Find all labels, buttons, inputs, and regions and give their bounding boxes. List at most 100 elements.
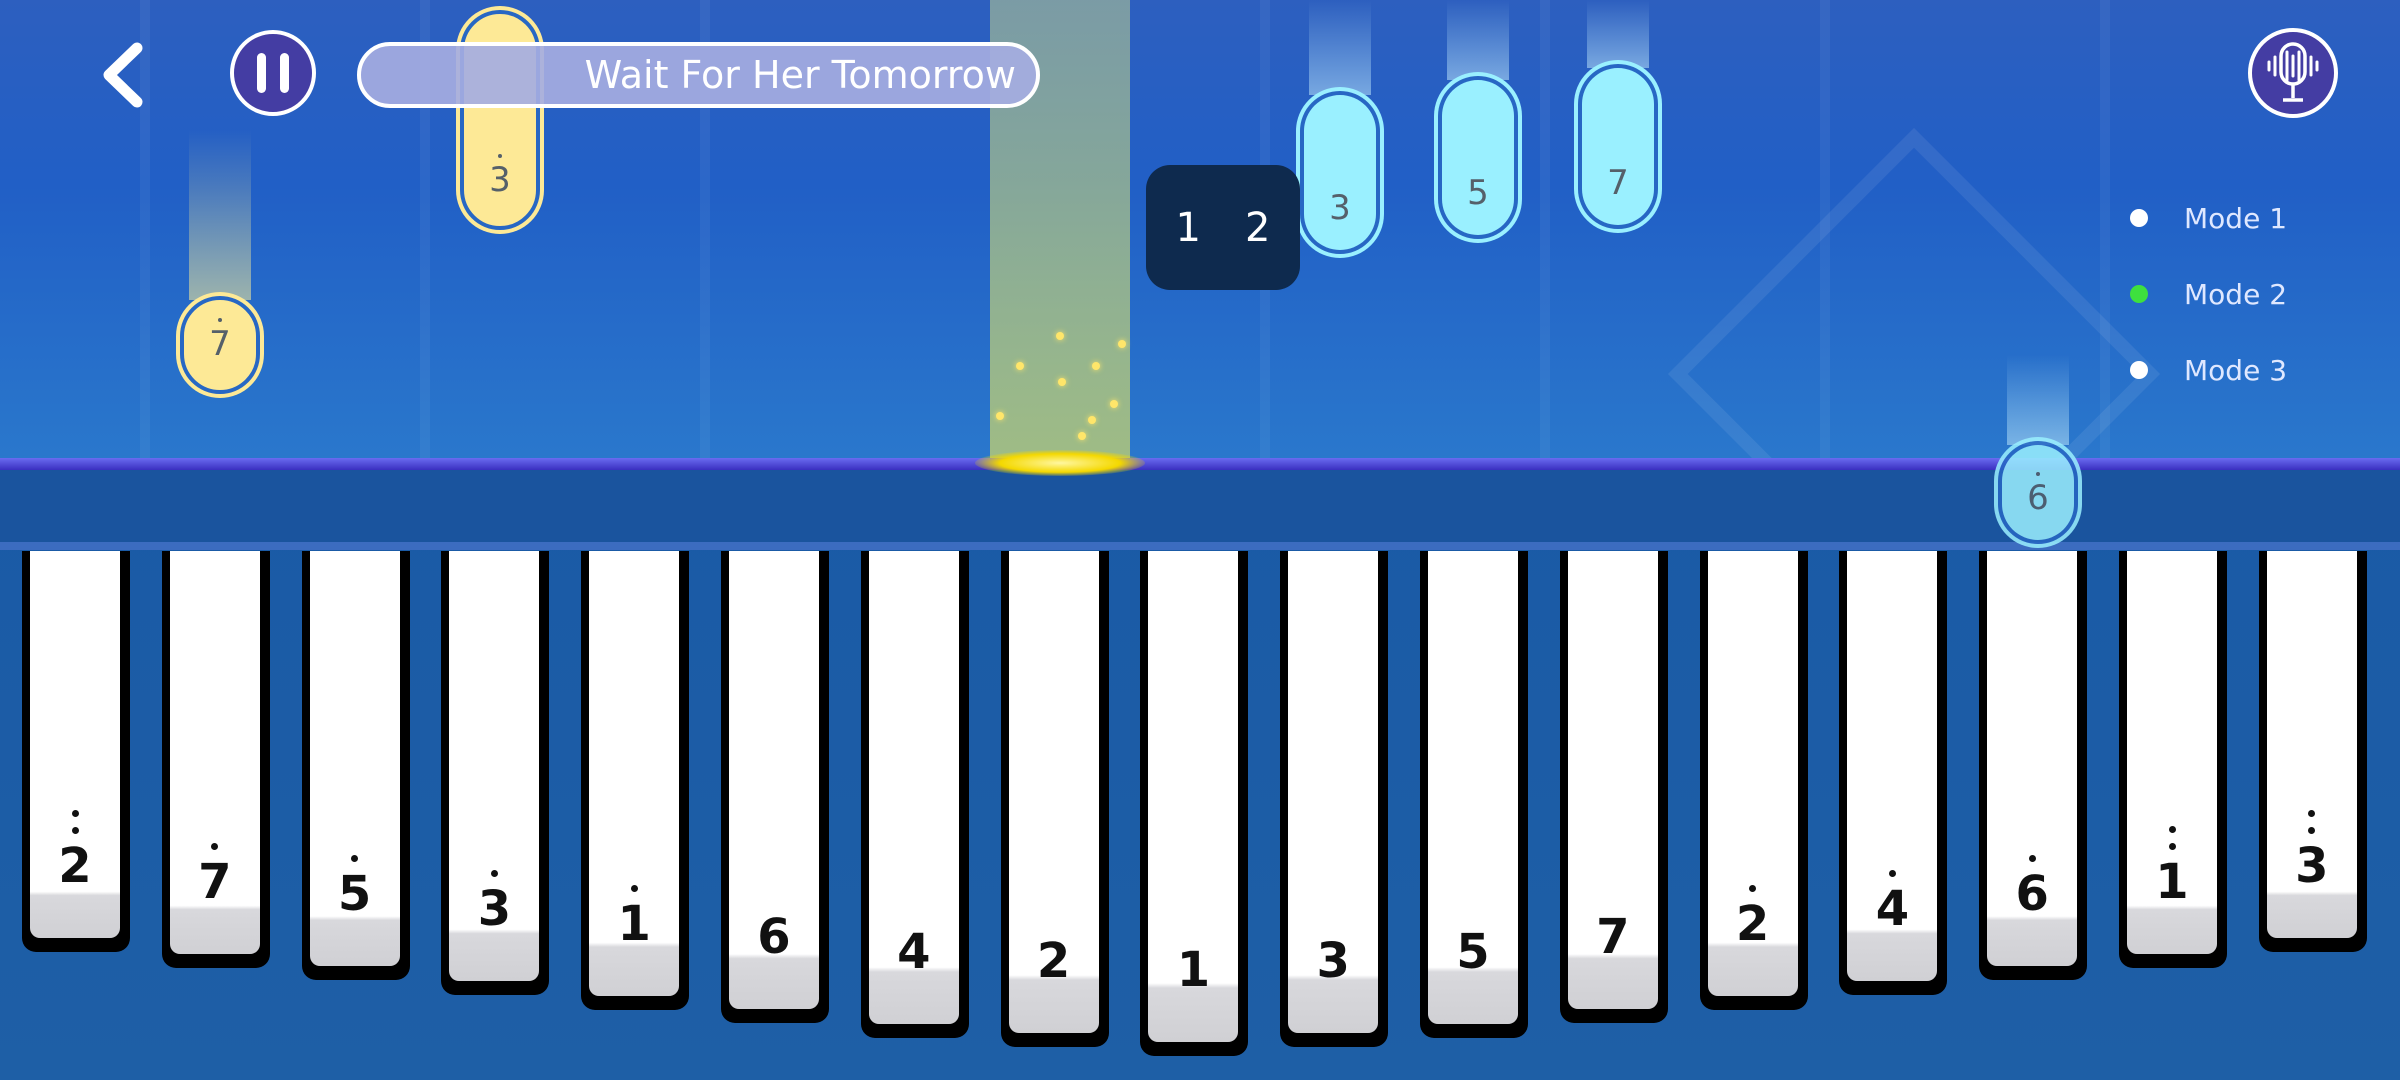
kalimba-key[interactable]: 5 (1420, 551, 1528, 1038)
key-face: 2 (30, 551, 120, 938)
mode-indicator-dot (2130, 361, 2148, 379)
note-number: 6 (2027, 478, 2049, 518)
key-label: 2 (58, 838, 92, 894)
octave-dots (449, 870, 539, 877)
octave-dots (589, 885, 679, 892)
key-face: 1 (589, 551, 680, 996)
kalimba-key[interactable]: 6 (1979, 551, 2088, 980)
kalimba-key[interactable]: 4 (860, 551, 969, 1038)
kalimba-key[interactable]: 5 (301, 551, 410, 980)
note-label: 3 (1329, 188, 1351, 228)
note-label: 7 (1607, 163, 1629, 203)
combo-counter: 1 2 (1146, 165, 1300, 290)
falling-note: 6 (2002, 445, 2074, 540)
octave-dots (1987, 855, 2077, 862)
key-face: 3 (2266, 551, 2357, 938)
combo-digit: 1 (1175, 204, 1201, 251)
key-face: 4 (868, 551, 959, 1024)
octave-dot (2308, 810, 2316, 817)
octave-dot (351, 855, 359, 862)
key-face: 6 (729, 551, 819, 1009)
key-face: 7 (169, 551, 260, 954)
key-label: 2 (1735, 896, 1770, 952)
octave-dots (1847, 870, 1937, 877)
note-trail (2007, 355, 2069, 445)
key-label: 7 (198, 854, 232, 910)
kalimba-key[interactable]: 6 (721, 551, 829, 1023)
kalimba-key[interactable]: 3 (1280, 551, 1389, 1047)
octave-dot (1749, 885, 1757, 892)
key-label: 3 (2295, 838, 2329, 894)
note-trail (1587, 0, 1649, 68)
kalimba-key[interactable]: 3 (441, 551, 550, 995)
key-label: 3 (477, 881, 512, 937)
hit-glow (975, 450, 1145, 476)
sparkle (1092, 362, 1100, 370)
key-label: 5 (1456, 924, 1490, 980)
song-title: Wait For Her Tomorrow (584, 53, 1016, 97)
key-label: 7 (1596, 909, 1630, 965)
key-label: 4 (1875, 881, 1910, 937)
mode-label: Mode 1 (2184, 201, 2288, 235)
falling-note: 7 (1582, 68, 1654, 225)
mode-label: Mode 2 (2184, 277, 2288, 311)
mode-label: Mode 3 (2184, 353, 2288, 387)
key-face: 2 (1707, 551, 1798, 996)
song-title-bar: Wait For Her Tomorrow (357, 42, 1040, 108)
sparkle (1058, 378, 1066, 386)
note-number: 3 (1329, 188, 1351, 228)
sparkle (1056, 332, 1064, 340)
lane-divider (1540, 0, 1550, 464)
falling-note: 5 (1442, 80, 1514, 235)
octave-dots (2267, 810, 2357, 834)
kalimba-key[interactable]: 1 (581, 551, 690, 1010)
kalimba-key[interactable]: 1 (1140, 551, 1249, 1056)
mode-option[interactable]: Mode 2 (2130, 256, 2287, 332)
key-label: 1 (1176, 942, 1211, 998)
octave-dot (71, 810, 79, 817)
note-trail (1309, 0, 1371, 95)
key-face: 3 (1288, 551, 1379, 1033)
key-face: 3 (449, 551, 540, 981)
chevron-left-icon (103, 42, 143, 108)
kalimba-key[interactable]: 2 (1699, 551, 1808, 1010)
key-label: 1 (2155, 854, 2189, 910)
key-face: 6 (1987, 551, 2078, 966)
key-label: 2 (1036, 933, 1071, 989)
note-label: 6 (2027, 472, 2049, 518)
octave-dot (497, 154, 502, 158)
background-diamond (1667, 127, 2161, 464)
note-number: 7 (1607, 163, 1629, 203)
octave-dot (2035, 472, 2040, 476)
sparkle (1110, 400, 1118, 408)
kalimba-key[interactable]: 7 (161, 551, 270, 968)
key-face: 4 (1847, 551, 1938, 981)
key-label: 6 (2015, 866, 2049, 922)
note-number: 3 (489, 160, 511, 200)
kalimba-key[interactable]: 4 (1839, 551, 1948, 995)
octave-dot (2168, 826, 2176, 833)
kalimba-key[interactable]: 2 (22, 551, 130, 952)
kalimba-key[interactable]: 3 (2258, 551, 2367, 952)
key-label: 4 (897, 924, 931, 980)
kalimba-key[interactable]: 2 (1000, 551, 1109, 1047)
falling-note: 3 (1304, 95, 1376, 250)
key-face: 5 (309, 551, 400, 966)
kalimba-key[interactable]: 7 (1559, 551, 1668, 1023)
key-face: 5 (1428, 551, 1518, 1024)
mode-indicator-dot (2130, 209, 2148, 227)
mode-option[interactable]: Mode 1 (2130, 180, 2287, 256)
mode-option[interactable]: Mode 3 (2130, 332, 2287, 408)
octave-dot (211, 843, 219, 850)
key-label: 6 (757, 909, 791, 965)
octave-dot (2308, 827, 2316, 834)
pause-button[interactable] (230, 30, 316, 116)
back-button[interactable] (95, 40, 155, 110)
octave-dot (217, 318, 222, 322)
octave-dots (310, 855, 400, 862)
pause-icon (257, 53, 266, 93)
mode-selector: Mode 1 Mode 2 Mode 3 (2130, 180, 2287, 408)
combo-digit: 2 (1245, 204, 1271, 251)
microphone-button[interactable] (2248, 28, 2338, 118)
kalimba-key[interactable]: 1 (2119, 551, 2227, 968)
